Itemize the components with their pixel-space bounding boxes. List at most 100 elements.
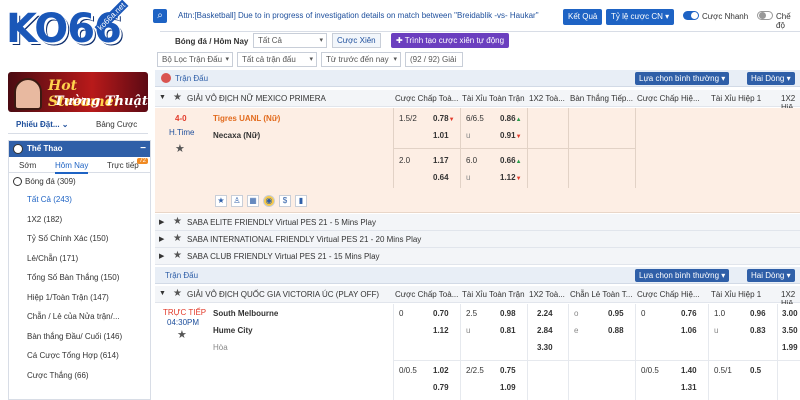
league-row[interactable]: ▶ ★ SABA INTERNATIONAL FRIENDLY Virtual … xyxy=(155,231,800,248)
hdp-home-odds[interactable]: 1.17 xyxy=(433,156,449,165)
hdp-away-odds[interactable]: 0.79 xyxy=(433,383,449,392)
league-filter-select[interactable]: Bộ Lọc Trận Đấu ▾ xyxy=(157,52,233,67)
expand-arrow-icon[interactable]: ▶ xyxy=(159,218,164,226)
collapse-arrow-icon[interactable]: ▼ xyxy=(159,94,166,101)
line-mode-select[interactable]: Hai Dòng ▾ xyxy=(747,269,795,282)
hdp-away-odds[interactable]: 0.64 xyxy=(433,173,449,182)
sidebar-item-outright[interactable]: Cược Thắng (66) xyxy=(9,366,150,386)
ou-over-odds[interactable]: 0.98 xyxy=(500,309,516,318)
league-row[interactable]: ▼ ★ GIẢI VÔ ĐỊCH QUỐC GIA VICTORIA ÚC (P… xyxy=(155,286,800,308)
collapse-arrow-icon[interactable]: ▼ xyxy=(159,290,166,297)
league-filter-value: Bộ Lọc Trận Đấu xyxy=(162,55,223,64)
h1-1x2-away-odds[interactable]: 3.50 xyxy=(782,326,798,335)
fast-bet-label: Cược Nhanh xyxy=(702,12,749,21)
league-count-select[interactable]: (92 / 92) Giải xyxy=(405,52,463,67)
sidebar-item-total-goals[interactable]: Tổng Số Bàn Thắng (150) xyxy=(9,268,150,288)
h1-hdp-away-odds[interactable]: 1.06 xyxy=(681,326,697,335)
expand-arrow-icon[interactable]: ▶ xyxy=(159,235,164,243)
sidebar-item-all[interactable]: Tất Cả (243) xyxy=(9,190,150,210)
hdp-home-odds[interactable]: 0.70 xyxy=(433,309,449,318)
hdp-home-odds[interactable]: 0.78▼ xyxy=(433,114,455,123)
h1-hdp-away-odds[interactable]: 1.31 xyxy=(681,383,697,392)
h1-ou-over-odds[interactable]: 0.96 xyxy=(750,309,766,318)
matches-select[interactable]: Tất cả trận đấu ▾ xyxy=(237,52,317,67)
parlay-button[interactable]: Cược Xiên xyxy=(332,33,381,48)
ou-under-odds[interactable]: 0.91▼ xyxy=(500,131,522,140)
star-icon[interactable]: ★ xyxy=(177,328,187,341)
announcement-marquee[interactable]: Attn:[Basketball] Due to in progress of … xyxy=(178,11,539,20)
sidebar-item-correct-score[interactable]: Tỷ Số Chính Xác (150) xyxy=(9,229,150,249)
h1-ou-over-odds[interactable]: 0.5 xyxy=(750,366,761,375)
odds-type-select[interactable]: Tỷ lệ cược CN ▾ xyxy=(606,9,675,25)
ou-under-odds[interactable]: 1.09 xyxy=(500,383,516,392)
search-icon[interactable]: ⌕ xyxy=(153,9,167,23)
tab-bet-table[interactable]: Bảng Cược xyxy=(96,120,137,129)
star-icon[interactable]: ★ xyxy=(175,142,185,155)
tab-early[interactable]: Sớm xyxy=(19,161,36,170)
selection-mode-select[interactable]: Lựa chọn bình thường ▾ xyxy=(635,72,730,85)
star-icon[interactable]: ★ xyxy=(173,233,182,244)
sort-select[interactable]: Từ trước đến nay ▾ xyxy=(321,52,401,67)
sidebar-item-ht-ft[interactable]: Hiệp 1/Toàn Trận (147) xyxy=(9,288,150,308)
ou-under-odds[interactable]: 0.81 xyxy=(500,326,516,335)
shirt-icon[interactable]: ♙ xyxy=(231,195,243,207)
expand-arrow-icon[interactable]: ▶ xyxy=(159,252,164,260)
ou-line: 6/6.5 xyxy=(466,114,484,123)
star-icon[interactable]: ★ xyxy=(215,195,227,207)
mode-toggle[interactable] xyxy=(757,11,773,20)
results-button[interactable]: Kết Quả xyxy=(563,9,603,25)
h1-1x2-home-odds[interactable]: 3.00 xyxy=(782,309,798,318)
league-row[interactable]: ▼ ★ GIẢI VÔ ĐỊCH NỮ MEXICO PRIMERA Cược … xyxy=(155,90,800,112)
match-row: TRỰC TIẾP 04:30PM ★ South Melbourne Hume… xyxy=(155,304,800,400)
ou-over-odds[interactable]: 0.66▲ xyxy=(500,156,522,165)
streamer-banner[interactable]: Hot Streamer Tường Thuật xyxy=(8,72,148,112)
h1-hdp-line: 0 xyxy=(641,309,646,318)
sidebar-item-odd-even[interactable]: Lẻ/Chẵn (171) xyxy=(9,249,150,269)
1x2-draw-odds[interactable]: 3.30 xyxy=(537,343,553,352)
tab-bet-slip[interactable]: Phiếu Đặt... ⌄ xyxy=(16,120,69,129)
fast-bet-toggle[interactable] xyxy=(683,11,699,20)
dollar-icon[interactable]: $ xyxy=(279,195,291,207)
coin-icon[interactable]: ◉ xyxy=(263,195,275,207)
hdp-away-odds[interactable]: 1.01 xyxy=(433,131,449,140)
star-icon[interactable]: ★ xyxy=(173,250,182,261)
col-odd-even: Chẵn Lẻ Toàn T... xyxy=(570,290,633,299)
ou-over-odds[interactable]: 0.75 xyxy=(500,366,516,375)
star-icon[interactable]: ★ xyxy=(173,92,182,103)
even-odds[interactable]: 0.88 xyxy=(608,326,624,335)
league-row[interactable]: ▶ ★ SABA CLUB FRIENDLY Virtual PES 21 - … xyxy=(155,248,800,265)
football-category[interactable]: Bóng đá (309) xyxy=(9,173,150,190)
h1-1x2-draw-odds[interactable]: 1.99 xyxy=(782,343,798,352)
ou-under-odds[interactable]: 1.12▼ xyxy=(500,173,522,182)
collapse-icon[interactable]: − xyxy=(140,141,146,157)
sidebar-item-half-odd-even[interactable]: Chẵn / Lẻ của Nửa trận/... xyxy=(9,307,150,327)
hdp-home-odds[interactable]: 1.02 xyxy=(433,366,449,375)
sidebar-item-first-last-goal[interactable]: Bàn thắng Đầu/ Cuối (146) xyxy=(9,327,150,347)
stats-board-icon[interactable]: ▦ xyxy=(247,195,259,207)
selection-mode-select[interactable]: Lựa chọn bình thường ▾ xyxy=(635,269,730,282)
all-select[interactable]: Tất Cả ▾ xyxy=(253,33,327,48)
col-h1-hdp: Cược Chấp Hiệ... xyxy=(637,290,700,299)
1x2-home-odds[interactable]: 2.24 xyxy=(537,309,553,318)
star-icon[interactable]: ★ xyxy=(173,288,182,299)
chart-icon[interactable]: ▮ xyxy=(295,195,307,207)
sidebar-item-1x2[interactable]: 1X2 (182) xyxy=(9,210,150,230)
auto-parlay-button[interactable]: ✚ Trình tạo cược xiên tự động xyxy=(391,33,510,48)
league-row[interactable]: ▶ ★ SABA ELITE FRIENDLY Virtual PES 21 -… xyxy=(155,214,800,231)
sport-header[interactable]: Thể Thao − xyxy=(9,141,150,157)
tab-live[interactable]: Trực tiếp xyxy=(107,161,139,170)
home-team: South Melbourne xyxy=(213,309,279,318)
star-icon[interactable]: ★ xyxy=(173,216,182,227)
h1-ou-under-odds[interactable]: 0.83 xyxy=(750,326,766,335)
ou-over-odds[interactable]: 0.86▲ xyxy=(500,114,522,123)
odd-odds[interactable]: 0.95 xyxy=(608,309,624,318)
hdp-away-odds[interactable]: 1.12 xyxy=(433,326,449,335)
1x2-away-odds[interactable]: 2.84 xyxy=(537,326,553,335)
h1-hdp-home-odds[interactable]: 0.76 xyxy=(681,309,697,318)
col-hdp: Cược Chấp Toà... xyxy=(395,94,459,103)
sort-select-value: Từ trước đến nay xyxy=(326,55,389,64)
hdp-line: 1.5/2 xyxy=(399,114,417,123)
h1-hdp-home-odds[interactable]: 1.40 xyxy=(681,366,697,375)
line-mode-select[interactable]: Hai Dòng ▾ xyxy=(747,72,795,85)
sidebar-item-mix-parlay[interactable]: Cá Cược Tổng Hợp (614) xyxy=(9,346,150,366)
